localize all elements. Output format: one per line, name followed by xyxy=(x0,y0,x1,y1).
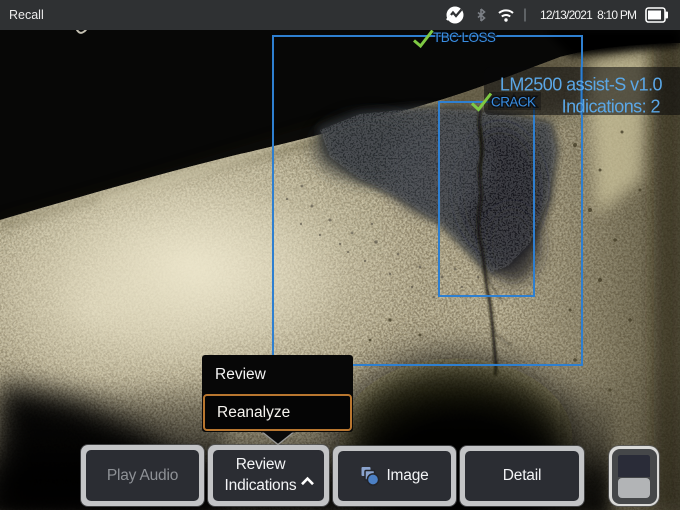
svg-text:Indications: 2: Indications: 2 xyxy=(562,97,661,117)
svg-text:CRACK: CRACK xyxy=(491,95,536,110)
svg-text:LM2500 assist-S v1.0: LM2500 assist-S v1.0 xyxy=(500,75,663,95)
svg-text:TBC LOSS: TBC LOSS xyxy=(433,30,496,45)
